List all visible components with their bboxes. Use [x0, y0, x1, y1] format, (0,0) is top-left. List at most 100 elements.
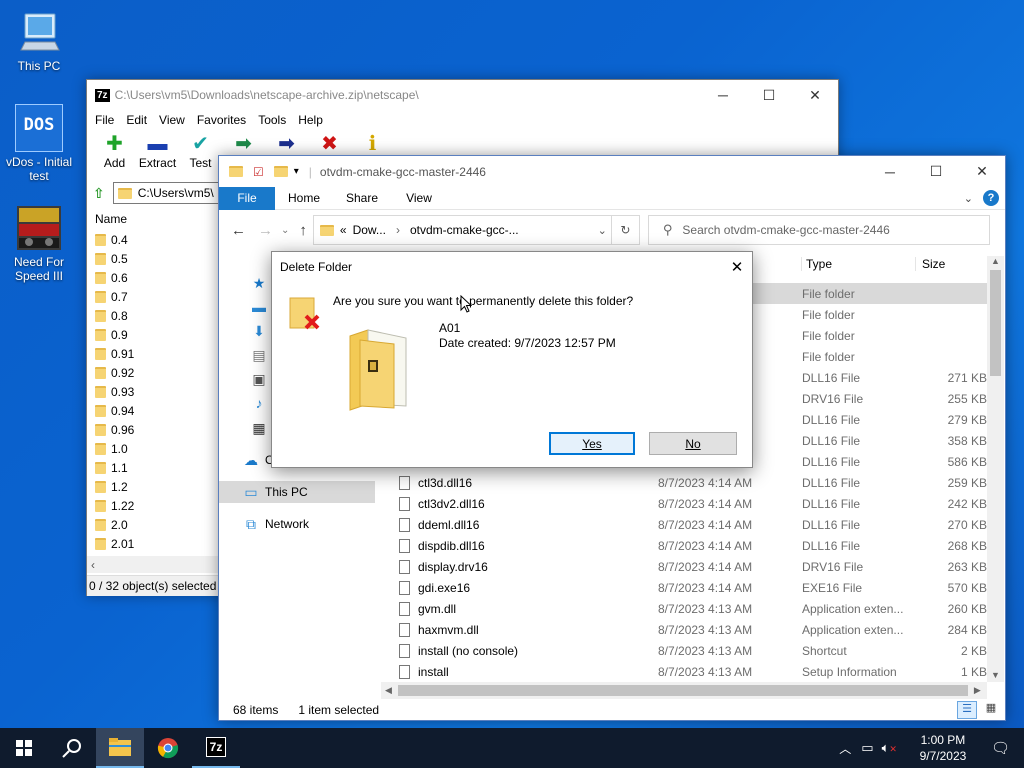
table-row[interactable]: haxmvm.dll 8/7/2023 4:13 AM Application ex… [381, 619, 987, 640]
scroll-up-icon[interactable]: ▲ [987, 256, 1004, 266]
delete-button[interactable]: ✖ [308, 130, 351, 156]
list-item[interactable]: 0.4 [87, 230, 219, 249]
info-button[interactable]: ℹ [351, 130, 394, 156]
column-header-size[interactable]: Size [915, 257, 985, 271]
list-item[interactable]: 1.0 [87, 439, 219, 458]
taskbar-7zip[interactable]: 7z [192, 728, 240, 768]
start-button[interactable] [0, 728, 48, 768]
tab-share[interactable]: Share [333, 191, 391, 205]
scroll-thumb[interactable] [990, 270, 1001, 376]
list-item[interactable]: 0.92 [87, 363, 219, 382]
desktop-icon-this-pc[interactable]: This PC [1, 8, 77, 73]
maximize-button[interactable]: ☐ [746, 80, 792, 110]
list-item[interactable]: 0.5 [87, 249, 219, 268]
table-row[interactable]: ctl3d.dll16 8/7/2023 4:14 AM DLL16 File 259… [381, 472, 987, 493]
table-row[interactable]: gvm.dll 8/7/2023 4:13 AM Application exten… [381, 598, 987, 619]
list-item[interactable]: 0.9 [87, 325, 219, 344]
nav-item[interactable]: ⧉ Network [219, 513, 375, 535]
menu-file[interactable]: File [89, 113, 120, 127]
tab-view[interactable]: View [391, 191, 447, 205]
test-button[interactable]: ✔ Test [179, 130, 222, 170]
table-row[interactable]: install (no console) 8/7/2023 4:13 AM Shor… [381, 640, 987, 661]
details-view-icon[interactable]: ☰ [957, 701, 977, 719]
maximize-button[interactable]: ☐ [913, 157, 959, 187]
desktop-icon-nfs3[interactable]: Need For Speed III [1, 204, 77, 283]
network-status-icon[interactable]: ▭ [861, 740, 873, 756]
search-button[interactable] [48, 728, 96, 768]
no-button[interactable]: No [649, 432, 737, 455]
list-item[interactable]: 0.91 [87, 344, 219, 363]
volume-muted-icon[interactable]: 🔈︎✕ [882, 740, 897, 756]
recent-dropdown-icon[interactable]: ⌄ [281, 225, 289, 236]
tab-home[interactable]: Home [275, 191, 333, 205]
file-list-hscrollbar[interactable]: ◀ ▶ [381, 682, 987, 699]
menu-view[interactable]: View [153, 113, 191, 127]
extract-button[interactable]: ▬ Extract [136, 130, 179, 170]
list-item[interactable]: 0.8 [87, 306, 219, 325]
table-row[interactable]: ddeml.dll16 8/7/2023 4:14 AM DLL16 File 270… [381, 514, 987, 535]
dialog-close-button[interactable]: ✕ [722, 252, 752, 282]
copy-button[interactable]: ➡ [222, 130, 265, 156]
show-hidden-icons-icon[interactable]: ︿ [839, 740, 851, 757]
menu-tools[interactable]: Tools [252, 113, 292, 127]
menu-edit[interactable]: Edit [120, 113, 153, 127]
forward-arrow-icon[interactable]: → [258, 222, 273, 239]
help-icon[interactable]: ? [983, 190, 999, 206]
sevenzip-path-field[interactable]: C:\Users\vm5\ [112, 182, 223, 204]
back-arrow-icon[interactable]: ← [231, 222, 246, 239]
list-item[interactable]: 0.6 [87, 268, 219, 287]
table-row[interactable]: ctl3dv2.dll16 8/7/2023 4:14 AM DLL16 File 2… [381, 493, 987, 514]
list-item[interactable]: 0.94 [87, 401, 219, 420]
list-item[interactable]: 1.22 [87, 496, 219, 515]
list-item[interactable]: 2.01 [87, 534, 219, 553]
scroll-left-icon[interactable]: ‹ [91, 558, 95, 572]
scroll-left-icon[interactable]: ◀ [385, 685, 392, 696]
close-button[interactable]: ✕ [959, 157, 1005, 187]
move-button[interactable]: ➡ [265, 130, 308, 156]
table-row[interactable]: dispdib.dll16 8/7/2023 4:14 AM DLL16 File 2… [381, 535, 987, 556]
add-button[interactable]: ✚ Add [93, 130, 136, 170]
breadcrumb-downloads[interactable]: Dow... [353, 223, 386, 237]
notifications-icon[interactable]: 🗨︎ [991, 739, 1010, 757]
explorer-titlebar[interactable]: ☑ ▾ | otvdm-cmake-gcc-master-2446 ─ ☐ ✕ [219, 156, 1005, 187]
taskbar-file-explorer[interactable] [96, 728, 144, 768]
minimize-button[interactable]: ─ [700, 80, 746, 110]
dialog-titlebar[interactable]: Delete Folder ✕ [272, 252, 752, 282]
ribbon-expand-icon[interactable]: ⌄ [964, 192, 973, 205]
search-box[interactable]: ⚲ Search otvdm-cmake-gcc-master-2446 [647, 215, 990, 245]
desktop-icon-vdos[interactable]: DOS vDos - Initial test [1, 104, 77, 183]
hscroll-thumb[interactable] [397, 685, 968, 696]
address-bar[interactable]: « Dow... › otvdm-cmake-gcc-... ⌄ ↻ [312, 215, 640, 245]
properties-icon[interactable]: ☑ [253, 165, 264, 179]
clock[interactable]: 1:00 PM 9/7/2023 [907, 732, 979, 764]
tab-file[interactable]: File [219, 186, 275, 210]
sevenzip-hscrollbar[interactable]: ‹ [87, 556, 219, 573]
list-item[interactable]: 0.93 [87, 382, 219, 401]
up-arrow-icon[interactable]: ↑ [299, 222, 307, 239]
list-item[interactable]: 2.0 [87, 515, 219, 534]
address-dropdown-icon[interactable]: ⌄ [598, 224, 607, 237]
breadcrumb-current[interactable]: otvdm-cmake-gcc-... [410, 223, 519, 237]
sevenzip-titlebar[interactable]: 7z C:\Users\vm5\Downloads\netscape-archi… [87, 80, 838, 110]
tiles-view-icon[interactable]: ▦ [981, 701, 1001, 719]
scroll-right-icon[interactable]: ▶ [974, 685, 981, 696]
list-item[interactable]: 1.1 [87, 458, 219, 477]
up-folder-icon[interactable]: ⇧ [93, 185, 105, 202]
minimize-button[interactable]: ─ [867, 157, 913, 187]
menu-help[interactable]: Help [292, 113, 329, 127]
nav-item[interactable]: ▭ This PC [219, 481, 375, 503]
table-row[interactable]: install 8/7/2023 4:13 AM Setup Information… [381, 661, 987, 682]
breadcrumb-overflow[interactable]: « [340, 223, 347, 237]
scroll-down-icon[interactable]: ▼ [991, 670, 1000, 680]
qat-dropdown-icon[interactable]: ▾ [294, 166, 299, 177]
list-item[interactable]: 1.2 [87, 477, 219, 496]
table-row[interactable]: gdi.exe16 8/7/2023 4:14 AM EXE16 File 570 K… [381, 577, 987, 598]
column-header-type[interactable]: Type [801, 257, 919, 271]
menu-favorites[interactable]: Favorites [191, 113, 252, 127]
file-list-vscrollbar[interactable]: ▲ ▼ [987, 256, 1004, 682]
refresh-button[interactable]: ↻ [610, 216, 639, 244]
yes-button[interactable]: Yes [549, 432, 635, 455]
close-button[interactable]: ✕ [792, 80, 838, 110]
list-item[interactable]: 0.96 [87, 420, 219, 439]
column-header-name[interactable]: Name [87, 208, 219, 230]
